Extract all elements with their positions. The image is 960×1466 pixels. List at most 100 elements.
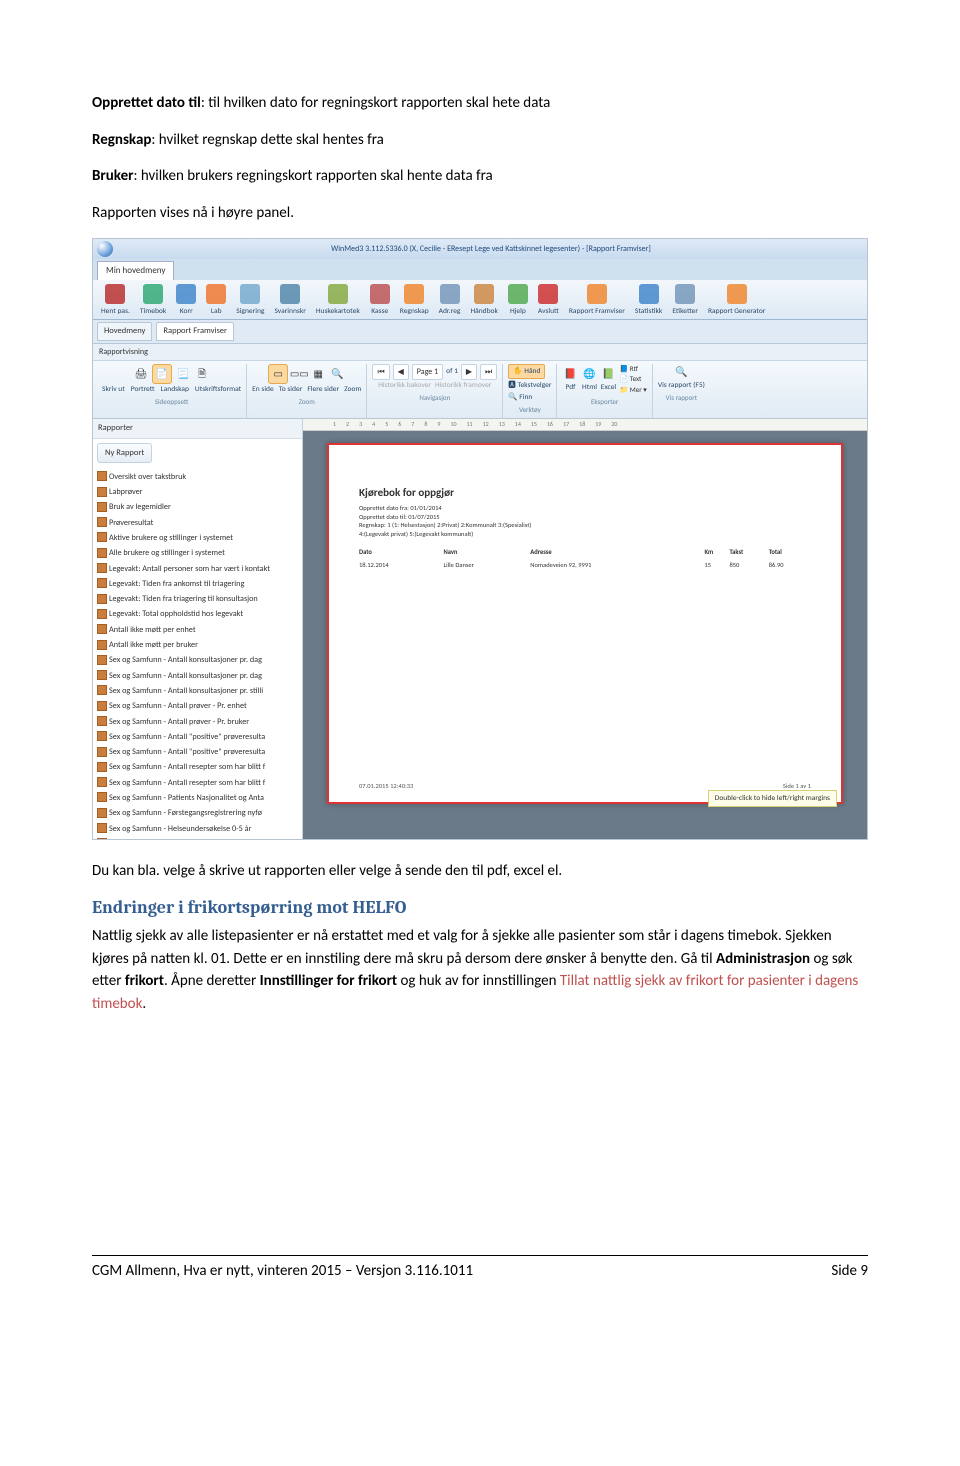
lbl-html: Html (582, 382, 597, 393)
preview-canvas: Kjørebok for oppgjør Opprettet dato fra:… (303, 431, 867, 839)
content-section: Du kan bla. velge å skrive ut rapporten … (92, 860, 868, 1016)
table-header: Dato (359, 548, 443, 560)
ribbon-item[interactable]: Signering (232, 284, 268, 317)
lbl-hand: Hånd (524, 367, 540, 376)
footer-right: Side 9 (831, 1260, 868, 1283)
report-list: Oversikt over takstbrukLabprøverBruk av … (93, 467, 302, 839)
prev-page-button[interactable]: ◀ (393, 364, 409, 380)
ribbon-item[interactable]: Avslutt (534, 284, 563, 317)
table-header: Total (769, 548, 811, 560)
rtf-export[interactable]: 📘 Rtf (619, 364, 646, 375)
list-item[interactable]: Sex og Samfunn - Patients Nasjonalitet o… (93, 790, 302, 805)
list-item[interactable]: Antall ikke møtt per enhet (93, 622, 302, 637)
magnify-icon[interactable]: 🔍 (673, 364, 689, 380)
list-item[interactable]: Sex og Samfunn - Antall konsultasjoner p… (93, 683, 302, 698)
ribbon-icon (404, 284, 424, 304)
ribbon-item[interactable]: Rapport Generator (704, 284, 769, 317)
landscape-icon[interactable]: 📃 (175, 366, 191, 382)
tab-min-hovedmeny[interactable]: Min hovedmeny (97, 261, 174, 280)
print-icon[interactable]: 🖨 (133, 366, 149, 382)
multi-page-icon[interactable]: ▦ (310, 366, 326, 382)
new-report-button[interactable]: Ny Rapport (97, 443, 152, 464)
lbl-excel: Excel (601, 382, 616, 393)
find-tool[interactable]: 🔍 Finn (508, 392, 532, 403)
lbl-landskap: Landskap (161, 384, 189, 395)
ruler-tick: 11 (467, 420, 473, 429)
list-item[interactable]: Sex og Samfunn - Antall "positive" prøve… (93, 729, 302, 744)
ruler-tick: 2 (346, 420, 349, 429)
ribbon-item[interactable]: Hent pas. (97, 284, 134, 317)
ribbon-item[interactable]: Svarinnskr (270, 284, 309, 317)
ribbon-item[interactable]: Statistikk (631, 284, 666, 317)
list-item[interactable]: Antall ikke møtt per bruker (93, 638, 302, 653)
list-item[interactable]: Sex og Samfunn - Helseundersøkelse 0-5 å… (93, 821, 302, 836)
print-format-icon[interactable]: 🗎 (194, 366, 210, 382)
intro3-rest: : hvilken brukers regningskort rapporten… (133, 167, 492, 185)
ribbon-item[interactable]: Etiketter (668, 284, 702, 317)
list-item[interactable]: Legevakt: Tiden fra ankomst til triageri… (93, 576, 302, 591)
ribbon-label: Svarinnskr (274, 306, 305, 317)
list-item[interactable]: Sex og Samfunn - Antall resepter som har… (93, 775, 302, 790)
last-page-button[interactable]: ⏭ (480, 364, 497, 380)
table-cell: Nomadeveien 92, 9991 (530, 560, 704, 572)
list-item[interactable]: Legevakt: Tiden fra triagering til konsu… (93, 592, 302, 607)
ribbon-item[interactable]: Korr (172, 284, 200, 317)
ribbon-item[interactable]: Hjelp (504, 284, 532, 317)
ribbon-item[interactable]: Timebok (136, 284, 170, 317)
list-item[interactable]: Bruk av legemidler (93, 500, 302, 515)
list-item[interactable]: Sex og Samfunn - Antall prøver - Pr. enh… (93, 699, 302, 714)
next-page-button[interactable]: ▶ (461, 364, 477, 380)
html-icon[interactable]: 🌐 (581, 366, 597, 382)
ruler-tick: 18 (579, 420, 585, 429)
margin-hint-tooltip: Double-click to hide left/right margins (708, 790, 837, 807)
ribbon-item[interactable]: Lab (202, 284, 230, 317)
ruler-tick: 17 (563, 420, 569, 429)
ribbon-item[interactable]: Adr.reg (435, 284, 465, 317)
ribbon-label: Avslutt (538, 306, 559, 317)
app-screenshot: WinMed3 3.112.5336.0 (X, Cecilie - ERese… (92, 238, 868, 840)
excel-icon[interactable]: 📗 (600, 366, 616, 382)
page-indicator[interactable]: Page 1 (412, 364, 443, 380)
ribbon-item[interactable]: Kasse (366, 284, 394, 317)
list-item[interactable]: Legevakt: Total oppholdstid hos legevakt (93, 607, 302, 622)
text-export[interactable]: 📄 Text (619, 374, 646, 385)
two-page-icon[interactable]: ▭▭ (291, 366, 307, 382)
list-item[interactable]: Sex og Samfunn - Helseundersøkelse 5-20 … (93, 836, 302, 838)
ruler-tick: 9 (437, 420, 440, 429)
first-page-button[interactable]: ⏮ (372, 364, 389, 380)
ribbon-item[interactable]: Rapport Framviser (565, 284, 629, 317)
ribbon-item[interactable]: Håndbok (466, 284, 501, 317)
list-item[interactable]: Legevakt: Antall personer som har vært i… (93, 561, 302, 576)
text-select-tool[interactable]: 🅰 Tekstvelger (508, 380, 551, 391)
tab-hovedmeny[interactable]: Hovedmeny (97, 322, 152, 341)
one-page-icon[interactable]: ▭ (270, 366, 286, 382)
list-item[interactable]: Sex og Samfunn - Antall konsultasjoner p… (93, 653, 302, 668)
list-item[interactable]: Labprøver (93, 485, 302, 500)
screenshot-body: Rapporter Ny Rapport Oversikt over takst… (93, 419, 867, 839)
more-export[interactable]: 📁 Mer ▾ (619, 385, 646, 396)
ribbon-item[interactable]: Regnskap (396, 284, 433, 317)
list-item[interactable]: Prøveresultat (93, 515, 302, 530)
list-item[interactable]: Sex og Samfunn - Antall resepter som har… (93, 760, 302, 775)
ribbon-item[interactable]: Huskekartotek (312, 284, 364, 317)
list-item[interactable]: Sex og Samfunn - Førstegangsregistrering… (93, 806, 302, 821)
intro1-rest: : til hvilken dato for regningskort rapp… (201, 94, 550, 112)
list-item[interactable]: Sex og Samfunn - Antall "positive" prøve… (93, 745, 302, 760)
hand-tool[interactable]: ✋ Hånd (508, 364, 545, 379)
ribbon-label: Huskekartotek (316, 306, 360, 317)
ruler-tick: 15 (531, 420, 537, 429)
tab-rapport-framviser[interactable]: Rapport Framviser (156, 322, 234, 341)
list-item[interactable]: Sex og Samfunn - Antall prøver - Pr. bru… (93, 714, 302, 729)
p2-g: og huk av for innstillingen (397, 972, 560, 990)
list-item[interactable]: Aktive brukere og stillinger i systemet (93, 530, 302, 545)
list-item[interactable]: Oversikt over takstbruk (93, 469, 302, 484)
list-item[interactable]: Alle brukere og stillinger i systemet (93, 546, 302, 561)
list-item[interactable]: Sex og Samfunn - Antall konsultasjoner p… (93, 668, 302, 683)
paragraph-1: Du kan bla. velge å skrive ut rapporten … (92, 860, 868, 883)
meta-line-1: Opprettet dato fra: 01/01/2014 (359, 504, 811, 512)
pdf-icon[interactable]: 📕 (562, 366, 578, 382)
lbl-zoom: Zoom (344, 384, 361, 395)
zoom-icon[interactable]: 🔍 (329, 366, 345, 382)
intro1-lead: Opprettet dato til (92, 94, 201, 112)
portrait-icon[interactable]: 📄 (154, 366, 170, 382)
